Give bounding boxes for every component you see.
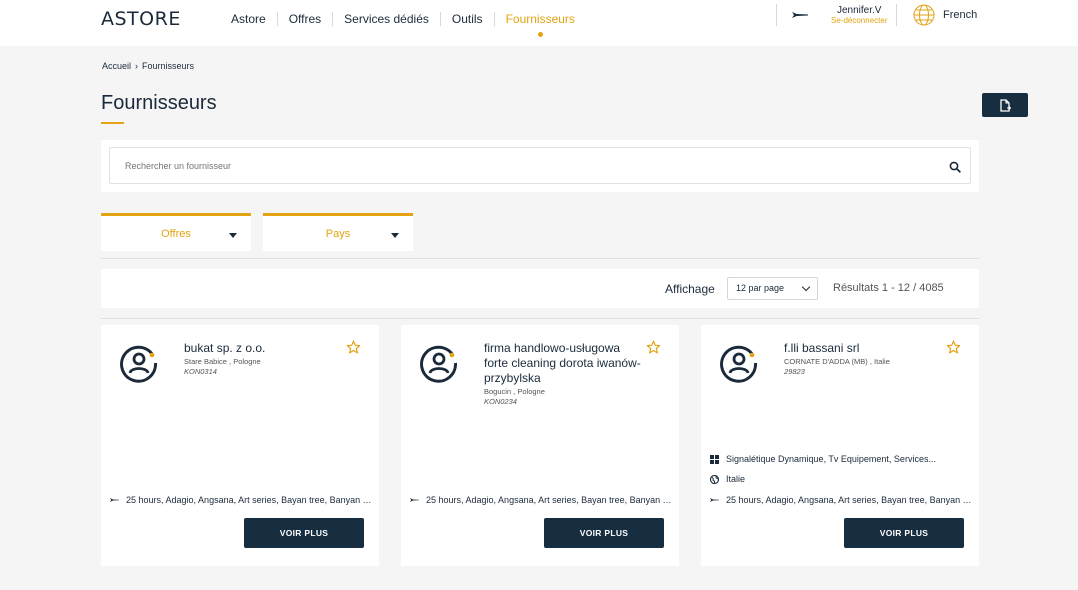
user-menu[interactable]: Jennifer.V Se-déconnecter (776, 4, 887, 26)
voir-plus-button[interactable]: VOIR PLUS (844, 518, 964, 548)
results-bar: Affichage 12 par page Résultats 1 - 12 /… (101, 269, 979, 308)
filter-pays-label: Pays (325, 227, 351, 240)
star-favorite-icon[interactable] (646, 340, 661, 355)
language-label: French (943, 9, 978, 21)
hotel-brands-row: 25 hours, Adagio, Angsana, Art series, B… (109, 495, 373, 505)
supplier-name[interactable]: f.lli bassani srl (784, 341, 944, 356)
supplier-avatar-icon (720, 345, 758, 383)
breadcrumb-separator: › (135, 61, 139, 71)
airplane-icon (109, 498, 119, 502)
nav-outils[interactable]: Outils (439, 12, 494, 26)
nav-astore[interactable]: Astore (220, 12, 277, 26)
airplane-icon (409, 498, 419, 502)
breadcrumb-home[interactable]: Accueil (102, 61, 131, 71)
title-underline (101, 122, 124, 124)
globe-icon (913, 4, 935, 26)
hotel-brands-row: 25 hours, Adagio, Angsana, Art series, B… (709, 495, 973, 505)
supplier-location: Stare Babice , Pologne (184, 357, 261, 366)
language-selector[interactable]: French (896, 4, 977, 26)
supplier-card: f.lli bassani srl CORNATE D'ADDA (MB) , … (701, 325, 979, 566)
airplane-icon (709, 498, 719, 502)
nav-offres[interactable]: Offres (276, 12, 332, 26)
supplier-code: KON0234 (484, 397, 517, 406)
supplier-avatar-icon (420, 345, 458, 383)
voir-plus-button[interactable]: VOIR PLUS (244, 518, 364, 548)
results-count: Résultats 1 - 12 / 4085 (833, 282, 944, 294)
supplier-search-input[interactable] (109, 147, 971, 184)
supplier-name[interactable]: bukat sp. z o.o. (184, 341, 344, 356)
active-indicator-dot (538, 32, 544, 37)
user-name: Jennifer.V (837, 4, 882, 16)
nav-services-dedies[interactable]: Services dédiés (332, 12, 440, 26)
breadcrumb-current: Fournisseurs (142, 61, 195, 71)
filter-pays-dropdown[interactable]: Pays (263, 213, 413, 251)
star-favorite-icon[interactable] (346, 340, 361, 355)
hotel-brands-row: 25 hours, Adagio, Angsana, Art series, B… (409, 495, 673, 505)
airplane-icon (792, 12, 808, 18)
search-panel (101, 140, 979, 192)
logout-link[interactable]: Se-déconnecter (831, 16, 887, 26)
supplier-code: 29823 (784, 367, 805, 376)
export-button[interactable] (982, 93, 1028, 117)
hotel-brands-text: 25 hours, Adagio, Angsana, Art series, B… (126, 495, 373, 505)
hotel-brands-text: 25 hours, Adagio, Angsana, Art series, B… (726, 495, 973, 505)
supplier-code: KON0314 (184, 367, 217, 376)
per-page-value: 12 par page (736, 283, 785, 293)
supplier-name[interactable]: firma handlowo-usługowa forte cleaning d… (484, 341, 644, 386)
supplier-avatar-icon (120, 345, 158, 383)
supplier-location: CORNATE D'ADDA (MB) , Italie (784, 357, 890, 366)
offers-row: Signalétique Dynamique, Tv Equipement, S… (709, 454, 973, 464)
page-title: Fournisseurs (101, 92, 217, 114)
search-icon[interactable] (949, 161, 961, 173)
caret-down-icon (391, 233, 399, 238)
breadcrumb: Accueil › Fournisseurs (102, 61, 194, 71)
divider (101, 318, 979, 319)
per-page-select[interactable]: 12 par page (727, 277, 818, 300)
country-text: Italie (726, 474, 746, 484)
file-export-icon (1000, 98, 1011, 112)
filter-offres-label: Offres (161, 227, 191, 240)
supplier-card: bukat sp. z o.o. Stare Babice , Pologne … (101, 325, 379, 566)
astore-logo[interactable]: ASTORE (101, 8, 181, 30)
top-header: ASTORE Astore Offres Services dédiés Out… (0, 0, 1078, 46)
voir-plus-button[interactable]: VOIR PLUS (544, 518, 664, 548)
offers-text: Signalétique Dynamique, Tv Equipement, S… (726, 454, 936, 464)
divider (101, 258, 979, 259)
star-favorite-icon[interactable] (946, 340, 961, 355)
globe-icon (709, 474, 719, 484)
nav-fournisseurs[interactable]: Fournisseurs (493, 12, 586, 37)
chevron-down-icon (801, 282, 811, 292)
supplier-card: firma handlowo-usługowa forte cleaning d… (401, 325, 679, 566)
affichage-label: Affichage (665, 282, 715, 296)
hotel-brands-text: 25 hours, Adagio, Angsana, Art series, B… (426, 495, 673, 505)
filter-offres-dropdown[interactable]: Offres (101, 213, 251, 251)
grid-icon (709, 454, 719, 464)
nav-fournisseurs-label: Fournisseurs (505, 12, 575, 26)
main-nav: Astore Offres Services dédiés Outils Fou… (220, 12, 586, 37)
supplier-location: Bogucin , Pologne (484, 387, 545, 396)
country-row: Italie (709, 474, 973, 484)
caret-down-icon (229, 233, 237, 238)
